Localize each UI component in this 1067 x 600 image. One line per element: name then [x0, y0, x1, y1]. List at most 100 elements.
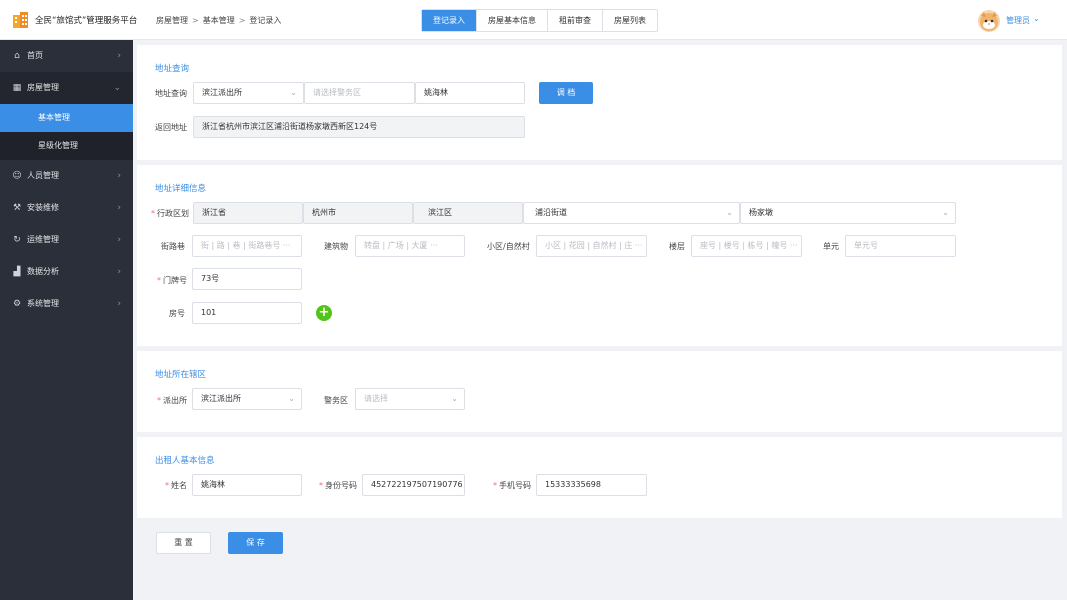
- sidebar-item-home[interactable]: ⌂ 首页 ›: [0, 40, 133, 72]
- phone-label: * 手机号码: [493, 481, 531, 490]
- station-label: * 派出所: [157, 396, 187, 405]
- breadcrumb-item[interactable]: 房屋管理: [156, 16, 188, 25]
- address-query-label: 地址查询: [155, 89, 187, 98]
- sidebar-item-label: 人员管理: [27, 171, 59, 180]
- top-tabs: 登记录入 房屋基本信息 租前审查 房屋列表: [421, 9, 658, 32]
- add-room-button[interactable]: +: [316, 305, 332, 321]
- sidebar-item-personnel[interactable]: ☺ 人员管理 ›: [0, 160, 133, 192]
- home-icon: ⌂: [14, 51, 20, 61]
- chevron-right-icon: ›: [117, 203, 121, 213]
- chevron-down-icon: ⌄: [113, 83, 121, 93]
- sidebar-item-install-repair[interactable]: ⚒ 安装维修 ›: [0, 192, 133, 224]
- sidebar-item-label: 数据分析: [27, 267, 59, 276]
- province-field: 浙江省: [193, 202, 303, 224]
- sidebar-item-label: 首页: [27, 51, 43, 60]
- user-avatar[interactable]: [978, 10, 1000, 32]
- station-select[interactable]: 滨江派出所 ⌄: [193, 82, 304, 104]
- landlord-section: 出租人基本信息 * 姓名 姚海林 * 身份号码 452722197507190776…: [137, 437, 1062, 518]
- return-address-label: 返回地址: [155, 123, 187, 132]
- jurisdiction-section: 地址所在辖区 * 派出所 滨江派出所 ⌄ 警务区 请选择 ⌄: [137, 351, 1062, 432]
- sidebar-item-label: 房屋管理: [27, 83, 59, 92]
- tab-register[interactable]: 登记录入: [422, 10, 477, 31]
- sidebar-item-system[interactable]: ⚙ 系统管理 ›: [0, 288, 133, 320]
- chevron-down-icon: ⌄: [290, 88, 297, 97]
- building-input[interactable]: 转盘 | 广场 | 大厦 ···: [355, 235, 465, 257]
- section-title: 地址查询: [155, 64, 190, 74]
- jurisdiction-zone-select[interactable]: 请选择 ⌄: [355, 388, 465, 410]
- chevron-down-icon: ⌄: [451, 394, 458, 403]
- breadcrumb-separator: >: [192, 16, 199, 25]
- road-label: 街路巷: [161, 242, 185, 251]
- chevron-right-icon: ›: [117, 299, 121, 309]
- tab-pre-rent-review[interactable]: 租前审查: [548, 10, 603, 31]
- address-detail-section: 地址详细信息 * 行政区划 浙江省 杭州市 滨江区 浦沿街道 ⌄ 杨家墩 ⌄ 街路巷 …: [137, 165, 1062, 346]
- refresh-icon: ↻: [13, 235, 21, 245]
- building-logo-icon: [13, 12, 28, 28]
- user-icon: ☺: [12, 171, 22, 181]
- sidebar-item-label: 运维管理: [27, 235, 59, 244]
- sidebar-item-house-management[interactable]: ▦ 房屋管理 ⌄: [0, 72, 133, 104]
- chevron-right-icon: ›: [117, 51, 121, 61]
- road-input[interactable]: 街 | 路 | 巷 | 街路巷号 ···: [192, 235, 302, 257]
- unit-input[interactable]: 单元号: [845, 235, 956, 257]
- chevron-right-icon: ›: [117, 235, 121, 245]
- floor-label: 楼层: [669, 242, 685, 251]
- wrench-icon: ⚒: [12, 203, 22, 213]
- user-name[interactable]: 管理员: [1006, 15, 1030, 26]
- estate-input[interactable]: 小区 | 花园 | 自然村 | 庄 ···: [536, 235, 647, 257]
- query-record-button[interactable]: 调 档: [539, 82, 593, 104]
- top-header: 全民“旅馆式”管理服务平台 房屋管理 > 基本管理 > 登记录入 登记录入 房屋基本信息…: [0, 0, 1067, 40]
- sidebar-item-operations[interactable]: ↻ 运维管理 ›: [0, 224, 133, 256]
- room-number-label: 房号: [169, 309, 185, 318]
- chevron-down-icon: ⌄: [288, 394, 295, 403]
- estate-label: 小区/自然村: [487, 242, 530, 251]
- sidebar-subitem-star-management[interactable]: 星级化管理: [0, 132, 133, 160]
- section-title: 地址所在辖区: [155, 370, 207, 380]
- sidebar-item-label: 安装维修: [27, 203, 59, 212]
- door-number-label: * 门牌号: [157, 276, 187, 285]
- chevron-down-icon: ⌄: [942, 208, 949, 217]
- reset-button[interactable]: 重 置: [156, 532, 211, 554]
- floor-input[interactable]: 座号 | 楼号 | 栋号 | 幢号 ···: [691, 235, 802, 257]
- chevron-down-icon[interactable]: ⌄: [1033, 14, 1040, 23]
- chevron-right-icon: ›: [117, 171, 121, 181]
- district-field: 滨江区: [413, 202, 523, 224]
- name-input[interactable]: 姚海林: [415, 82, 525, 104]
- sidebar-item-data-analysis[interactable]: ▟ 数据分析 ›: [0, 256, 133, 288]
- breadcrumb: 房屋管理 > 基本管理 > 登记录入: [156, 15, 281, 26]
- sidebar-subitem-basic-management[interactable]: 基本管理: [0, 104, 133, 132]
- return-address-field: 浙江省杭州市滨江区浦沿街道杨家墩西新区124号: [193, 116, 525, 138]
- building-label: 建筑物: [324, 242, 348, 251]
- chevron-down-icon: ⌄: [726, 208, 733, 217]
- landlord-name-input[interactable]: 姚海林: [192, 474, 302, 496]
- phone-input[interactable]: 15333335698: [536, 474, 647, 496]
- door-number-input[interactable]: 73号: [192, 268, 302, 290]
- street-select[interactable]: 浦沿街道 ⌄: [523, 202, 740, 224]
- id-number-label: * 身份号码: [319, 481, 357, 490]
- chevron-right-icon: ›: [117, 267, 121, 277]
- police-zone-select[interactable]: 请选择警务区: [304, 82, 415, 104]
- sidebar-item-label: 系统管理: [27, 299, 59, 308]
- breadcrumb-separator: >: [238, 16, 246, 25]
- app-title: 全民“旅馆式”管理服务平台: [35, 16, 138, 26]
- breadcrumb-item[interactable]: 基本管理: [203, 16, 235, 25]
- section-title: 出租人基本信息: [155, 456, 215, 466]
- section-title: 地址详细信息: [155, 184, 207, 194]
- gear-icon: ⚙: [12, 299, 22, 309]
- unit-label: 单元: [823, 242, 839, 251]
- tab-house-list[interactable]: 房屋列表: [603, 10, 657, 31]
- breadcrumb-current: 登记录入: [249, 16, 282, 25]
- tab-house-basic-info[interactable]: 房屋基本信息: [477, 10, 548, 31]
- avatar-cat-icon: [980, 12, 998, 31]
- sidebar: ⌂ 首页 › ▦ 房屋管理 ⌄ 基本管理 星级化管理 ☺ 人员管理 › ⚒ 安装…: [0, 40, 133, 600]
- city-field: 杭州市: [303, 202, 413, 224]
- police-zone-label: 警务区: [324, 396, 348, 405]
- address-query-section: 地址查询 地址查询 滨江派出所 ⌄ 请选择警务区 姚海林 调 档 返回地址 浙江省…: [137, 45, 1062, 160]
- jurisdiction-station-select[interactable]: 滨江派出所 ⌄: [192, 388, 302, 410]
- save-button[interactable]: 保 存: [228, 532, 283, 554]
- id-number-input[interactable]: 452722197507190776: [362, 474, 465, 496]
- room-number-input[interactable]: 101: [192, 302, 302, 324]
- building-icon: ▦: [12, 83, 22, 93]
- chart-icon: ▟: [13, 267, 21, 277]
- community-select[interactable]: 杨家墩 ⌄: [740, 202, 956, 224]
